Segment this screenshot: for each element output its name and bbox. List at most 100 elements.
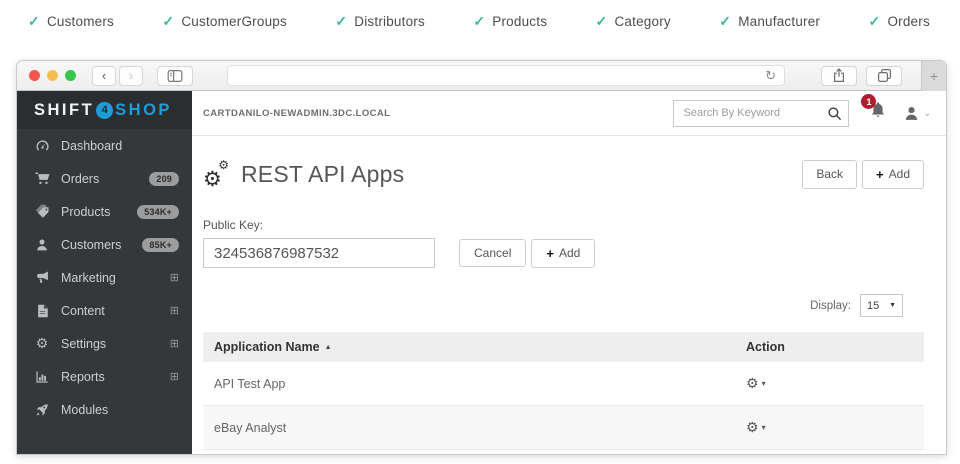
megaphone-icon [33, 270, 51, 285]
sidebar-item-content[interactable]: Content ⊞ [17, 294, 192, 327]
logo-text-shop: SHOP [115, 101, 172, 120]
ribbon-item-distributors[interactable]: ✓Distributors [335, 13, 425, 30]
notifications-button[interactable]: 1 [869, 101, 887, 125]
sidebar-item-products[interactable]: Products 534K+ [17, 195, 192, 228]
user-menu-button[interactable]: ⌄ [903, 105, 931, 122]
products-count-badge: 534K+ [137, 205, 179, 219]
public-key-input[interactable] [203, 238, 435, 268]
check-icon: ✓ [28, 13, 40, 30]
check-icon: ✓ [473, 13, 485, 30]
sidebar-item-marketing[interactable]: Marketing ⊞ [17, 261, 192, 294]
minimize-button[interactable] [47, 70, 58, 81]
ribbon-item-label: CustomerGroups [181, 14, 287, 29]
ribbon-item-label: Products [492, 14, 547, 29]
caret-down-icon: ▾ [762, 379, 766, 388]
sidebar: SHIFT 4 SHOP Dashboard Orders 209 [17, 91, 192, 455]
row-action-dropdown[interactable]: ⚙ ▾ [746, 375, 766, 392]
sidebar-item-label: Dashboard [61, 139, 122, 153]
action-header: Action [746, 340, 924, 354]
forward-nav-button[interactable]: › [119, 66, 143, 86]
share-icon [832, 68, 846, 83]
add-app-button[interactable]: +Add [862, 160, 924, 189]
refresh-icon[interactable]: ↻ [765, 69, 776, 82]
search-input[interactable] [674, 107, 820, 119]
expand-icon[interactable]: ⊞ [170, 271, 179, 284]
form-add-button[interactable]: +Add [531, 239, 595, 268]
rest-api-gears-icon: ⚙ ⚙ [203, 161, 230, 188]
orders-count-badge: 209 [149, 172, 179, 186]
sort-asc-icon: ▲ [325, 344, 332, 351]
shift4shop-logo: SHIFT 4 SHOP [17, 91, 192, 129]
sidebar-item-settings[interactable]: ⚙ Settings ⊞ [17, 327, 192, 360]
page-body: ⚙ ⚙ REST API Apps Back +Add Public Key: … [192, 136, 946, 450]
ribbon-item-orders[interactable]: ✓Orders [869, 13, 930, 30]
plus-icon: + [876, 167, 884, 182]
cancel-button[interactable]: Cancel [459, 239, 526, 267]
chevron-down-icon: ⌄ [923, 108, 931, 119]
main-content: CARTDANILO-NEWADMIN.3DC.LOCAL 1 [192, 91, 946, 455]
sidebar-toggle-button[interactable] [157, 66, 193, 86]
form-add-button-label: Add [559, 246, 580, 260]
api-apps-table: Application Name ▲ Action API Test App ⚙… [203, 332, 924, 450]
new-tab-button[interactable]: + [921, 61, 946, 91]
sidebar-item-label: Content [61, 304, 105, 318]
sidebar-toggle-icon [167, 69, 183, 83]
rocket-icon [33, 403, 51, 417]
sidebar-item-dashboard[interactable]: Dashboard [17, 129, 192, 162]
expand-icon[interactable]: ⊞ [170, 337, 179, 350]
ribbon-item-category[interactable]: ✓Category [596, 13, 671, 30]
check-icon: ✓ [596, 13, 608, 30]
sidebar-item-label: Reports [61, 370, 105, 384]
back-chevron-icon: ‹ [102, 68, 106, 83]
cancel-button-label: Cancel [474, 246, 511, 260]
ribbon-item-products[interactable]: ✓ Products [473, 13, 547, 30]
nav-buttons: ‹ › [92, 66, 143, 86]
traffic-lights [29, 70, 76, 81]
application-name-header[interactable]: Application Name ▲ [214, 340, 746, 354]
ribbon-item-customers[interactable]: ✓Customers [28, 13, 114, 30]
close-button[interactable] [29, 70, 40, 81]
display-select[interactable]: 15 ▼ [860, 294, 903, 317]
page-title: REST API Apps [241, 161, 404, 188]
document-icon [33, 304, 51, 318]
tab-overview-button[interactable] [866, 66, 902, 86]
select-caret-icon: ▼ [889, 302, 896, 309]
ribbon-item-customergroups[interactable]: ✓ CustomerGroups [162, 13, 287, 30]
gears-icon: ⚙ [33, 335, 51, 352]
table-header-row: Application Name ▲ Action [203, 332, 924, 362]
sidebar-item-orders[interactable]: Orders 209 [17, 162, 192, 195]
dashboard-icon [33, 138, 51, 153]
ribbon-item-manufacturer[interactable]: ✓Manufacturer [719, 13, 820, 30]
application-name-header-label: Application Name [214, 340, 320, 354]
expand-icon[interactable]: ⊞ [170, 304, 179, 317]
caret-down-icon: ▾ [762, 423, 766, 432]
sidebar-item-reports[interactable]: Reports ⊞ [17, 360, 192, 393]
sidebar-item-modules[interactable]: Modules [17, 393, 192, 426]
sidebar-item-label: Products [61, 205, 110, 219]
display-row: Display: 15 ▼ [203, 294, 924, 317]
screen: ✓Customers ✓CustomerGroups ✓Distributors… [0, 0, 960, 464]
app-name-cell: eBay Analyst [214, 421, 746, 435]
display-label: Display: [810, 300, 851, 312]
app-name-cell: API Test App [214, 377, 746, 391]
check-icon: ✓ [162, 13, 174, 30]
sidebar-item-label: Customers [61, 238, 121, 252]
breadcrumb: CARTDANILO-NEWADMIN.3DC.LOCAL [203, 108, 390, 119]
plus-icon: + [930, 68, 938, 84]
share-button[interactable] [821, 66, 857, 86]
address-bar[interactable]: ↻ [227, 65, 785, 86]
back-nav-button[interactable]: ‹ [92, 66, 116, 86]
back-button[interactable]: Back [802, 160, 857, 189]
sidebar-item-label: Marketing [61, 271, 116, 285]
search-icon[interactable] [820, 106, 848, 121]
sidebar-item-customers[interactable]: Customers 85K+ [17, 228, 192, 261]
header-actions: Back +Add [802, 160, 924, 189]
customers-count-badge: 85K+ [142, 238, 179, 252]
fullscreen-button[interactable] [65, 70, 76, 81]
logo-text-shift: SHIFT [34, 101, 94, 120]
expand-icon[interactable]: ⊞ [170, 370, 179, 383]
row-action-dropdown[interactable]: ⚙ ▾ [746, 419, 766, 436]
sidebar-item-label: Settings [61, 337, 106, 351]
browser-chrome: ‹ › ↻ + [17, 61, 946, 91]
display-select-value: 15 [867, 300, 879, 312]
